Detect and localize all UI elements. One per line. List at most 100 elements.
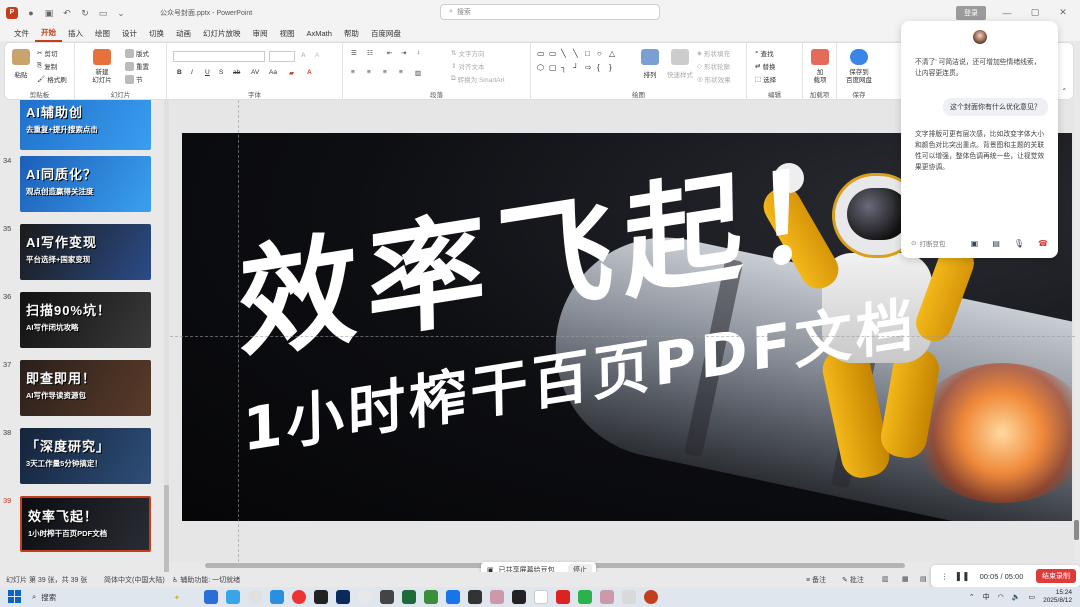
screen-share-icon[interactable]: ▣ [971,239,979,248]
undo-icon[interactable]: ↶ [62,8,72,18]
qq-icon[interactable] [314,590,328,604]
tray-chevron-icon[interactable]: ⌃ [969,593,975,601]
wechat-icon[interactable] [424,590,438,604]
app-icon[interactable] [380,590,394,604]
tab-slideshow[interactable]: 幻灯片放映 [197,26,247,41]
thumbnail-item-selected[interactable]: 39 效率飞起！ 1小时榨干百页PDF文档 [0,496,160,554]
shape-effects-button[interactable]: ◎ 形状效果 [697,74,731,84]
paste-button[interactable]: 粘贴 [11,49,31,79]
volume-icon[interactable]: 🔈 [1012,593,1021,601]
app-icon[interactable] [622,590,636,604]
tab-draw[interactable]: 绘图 [89,26,116,41]
accessibility-status[interactable]: ♿ 辅助功能: 一切就绪 [172,575,240,585]
customize-chevron-icon[interactable]: ⌄ [116,8,126,18]
italic-icon[interactable]: I [191,69,193,76]
slide-thumbnail[interactable]: 「深度研究」 3天工作量5分钟搞定！ [20,428,151,484]
minimize-icon[interactable]: — [1000,8,1014,18]
guide-line[interactable] [238,100,239,562]
rounded-rect-shape-icon[interactable]: ▢ [549,63,560,76]
chrome-icon[interactable] [248,590,262,604]
rectangle-shape-icon[interactable]: ▭ [549,49,560,62]
columns-icon[interactable]: ▥ [415,69,421,77]
maximize-icon[interactable]: ▢ [1028,7,1042,18]
wps-icon[interactable] [556,590,570,604]
capcut-icon[interactable] [512,590,526,604]
autosave-icon[interactable]: ● [26,8,36,18]
numbering-icon[interactable]: ☷ [367,49,373,57]
section-button[interactable]: 节 [125,74,143,84]
thumbnail-item[interactable]: 34 AI同质化？ 观点创造赢得关注度 [0,156,160,214]
vertical-scrollbar[interactable] [1073,100,1080,562]
slide-thumbnail[interactable]: AI辅助创 去重复+提升搜索点击 [20,100,151,150]
arrange-button[interactable]: 排列 [639,49,661,79]
subtitles-icon[interactable]: ▤ [992,239,1000,248]
align-left-icon[interactable]: ≡ [351,69,355,76]
addins-button[interactable]: 加 载项 [809,49,831,85]
slide-count[interactable]: 幻灯片 第 39 张，共 39 张 [6,575,87,585]
taskview-icon[interactable] [204,590,218,604]
login-button[interactable]: 登录 [956,5,986,20]
cut-button[interactable]: ✂ 剪切 [37,48,57,58]
line-shape-icon[interactable]: ╲ [561,49,572,62]
font-family-select[interactable] [173,51,265,62]
square-shape-icon[interactable]: □ [585,49,596,62]
connector2-shape-icon[interactable]: ┘ [573,63,584,76]
highlight-icon[interactable]: ▰ [289,69,294,77]
redo-icon[interactable]: ↻ [80,8,90,18]
thumbnail-item[interactable]: 37 即查即用！ AI写作导读资源包 [0,360,160,418]
normal-view-icon[interactable]: ▥ [882,575,889,583]
align-text-button[interactable]: ⇕ 对齐文本 [451,61,484,71]
slide-thumbnail[interactable]: AI同质化？ 观点创造赢得关注度 [20,156,151,212]
doubao-icon[interactable] [600,590,614,604]
decrease-font-icon[interactable]: A [315,52,319,59]
increase-font-icon[interactable]: A [301,52,306,59]
hang-up-icon[interactable]: ☎ [1038,239,1048,248]
close-icon[interactable]: ✕ [1056,7,1070,18]
thumbnail-item[interactable]: 36 扫描90%坑！ AI写作闭坑攻略 [0,292,160,350]
taskbar-search[interactable]: ⌕ 搜索 ✦ [32,589,180,605]
tab-baidu[interactable]: 百度网盘 [365,26,407,41]
underline-icon[interactable]: U [205,69,210,76]
tab-help[interactable]: 帮助 [338,26,365,41]
tab-file[interactable]: 文件 [8,26,35,41]
shape-outline-button[interactable]: ◇ 形状轮廓 [697,61,730,71]
slide-thumbnail[interactable]: 效率飞起！ 1小时榨干百页PDF文档 [20,496,151,552]
line-spacing-icon[interactable]: ↕ [417,49,420,56]
netease-music-icon[interactable] [292,590,306,604]
line2-shape-icon[interactable]: ╲ [573,49,584,62]
thumbnail-item[interactable]: 38 「深度研究」 3天工作量5分钟搞定！ [0,428,160,486]
strikethrough-icon[interactable]: ab [233,69,240,76]
bullets-icon[interactable]: ☰ [351,49,357,57]
tab-review[interactable]: 审阅 [247,26,274,41]
triangle-shape-icon[interactable]: △ [609,49,620,62]
edge-icon[interactable] [446,590,460,604]
notes-button[interactable]: ≡ 备注 [806,575,826,585]
brace-right-shape-icon[interactable]: } [609,63,620,76]
shapes-gallery[interactable]: ▭ ▭ ╲ ╲ □ ○ △ ⬡ ▢ ┐ ┘ ⇨ { } [537,49,617,79]
slideshow-icon[interactable]: ▭ [98,8,108,18]
audition-icon[interactable] [402,590,416,604]
slide-thumbnail[interactable]: AI写作变现 平台选择+国家变现 [20,224,151,280]
justify-icon[interactable]: ≡ [399,69,403,76]
pause-icon[interactable]: ❚❚ [955,571,970,582]
photoshop-icon[interactable] [336,590,350,604]
slide-sorter-icon[interactable]: ▦ [902,575,909,583]
tab-view[interactable]: 视图 [274,26,301,41]
align-center-icon[interactable]: ≡ [367,69,371,76]
wechat-icon[interactable] [578,590,592,604]
tab-insert[interactable]: 插入 [62,26,89,41]
indent-increase-icon[interactable]: ⇥ [401,49,406,57]
text-direction-button[interactable]: ⇅ 文字方向 [451,48,484,58]
app-icon[interactable] [270,590,284,604]
thumbnail-scrollbar[interactable] [164,100,169,575]
connector-shape-icon[interactable]: ┐ [561,63,572,76]
shadow-icon[interactable]: S [219,69,223,76]
wifi-icon[interactable]: ◠ [998,593,1004,601]
thumbnail-item[interactable]: 35 AI写作变现 平台选择+国家变现 [0,224,160,282]
thumbnail-item[interactable]: AI辅助创 去重复+提升搜索点击 [0,100,160,152]
tab-animations[interactable]: 动画 [170,26,197,41]
text-app-icon[interactable] [534,590,548,604]
oval-shape-icon[interactable]: ○ [597,49,608,62]
quick-styles-button[interactable]: 快速样式 [665,49,695,79]
vertical-scroll-thumb[interactable] [1074,520,1079,540]
